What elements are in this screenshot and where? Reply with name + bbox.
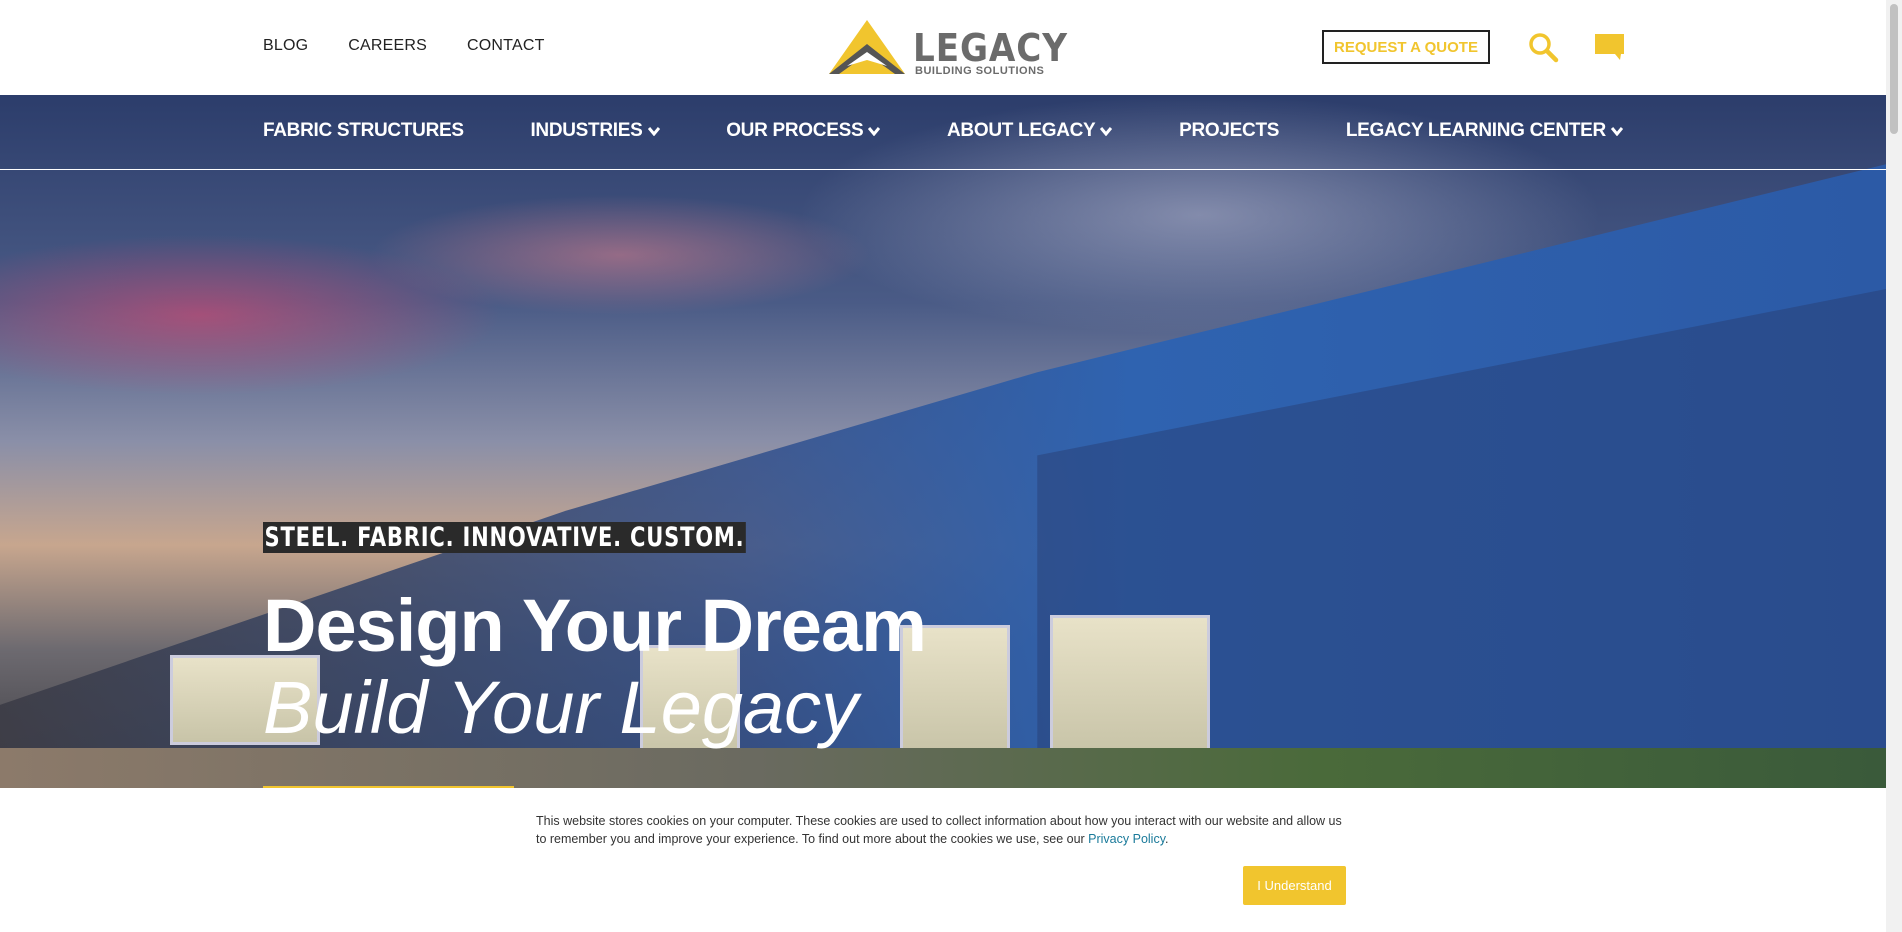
nav-projects[interactable]: PROJECTS bbox=[1179, 120, 1279, 142]
cookie-text: This website stores cookies on your comp… bbox=[536, 814, 1342, 846]
main-nav: FABRIC STRUCTURES INDUSTRIES OUR PROCESS… bbox=[263, 120, 1623, 142]
hero-title: Design Your Dream bbox=[263, 584, 927, 667]
nav-about-legacy[interactable]: ABOUT LEGACY bbox=[947, 120, 1113, 142]
chat-icon[interactable] bbox=[1595, 34, 1625, 62]
hero-banner: FABRIC STRUCTURES INDUSTRIES OUR PROCESS… bbox=[0, 95, 1886, 788]
nav-fabric-structures[interactable]: FABRIC STRUCTURES bbox=[263, 120, 464, 142]
accept-cookies-button[interactable]: I Understand bbox=[1243, 866, 1346, 905]
logo[interactable]: LEGACY BUILDING SOLUTIONS bbox=[825, 18, 1067, 78]
chevron-down-icon bbox=[647, 126, 660, 136]
cookie-banner: This website stores cookies on your comp… bbox=[0, 788, 1886, 932]
top-links: BLOG CAREERS CONTACT bbox=[263, 37, 545, 55]
hero-subtitle: Build Your Legacy bbox=[263, 666, 859, 749]
careers-link[interactable]: CAREERS bbox=[348, 37, 427, 55]
scrollbar-thumb[interactable] bbox=[1890, 4, 1898, 134]
blog-link[interactable]: BLOG bbox=[263, 37, 308, 55]
chevron-down-icon bbox=[1610, 126, 1623, 136]
privacy-policy-link[interactable]: Privacy Policy bbox=[1088, 832, 1165, 846]
hero-tagline: STEEL. FABRIC. INNOVATIVE. CUSTOM. bbox=[263, 522, 746, 553]
search-icon[interactable] bbox=[1528, 32, 1560, 64]
nav-learning-center[interactable]: LEGACY LEARNING CENTER bbox=[1346, 120, 1623, 142]
request-quote-button[interactable]: REQUEST A QUOTE bbox=[1322, 30, 1490, 64]
chevron-down-icon bbox=[1100, 126, 1113, 136]
chevron-down-icon bbox=[868, 126, 881, 136]
logo-mark-icon bbox=[829, 20, 905, 74]
nav-our-process[interactable]: OUR PROCESS bbox=[726, 120, 881, 142]
nav-divider bbox=[0, 169, 1886, 170]
nav-industries[interactable]: INDUSTRIES bbox=[530, 120, 660, 142]
site-header: BLOG CAREERS CONTACT LEGACY BUILDING SOL… bbox=[0, 0, 1886, 95]
contact-link[interactable]: CONTACT bbox=[467, 37, 545, 55]
scrollbar[interactable] bbox=[1886, 0, 1902, 932]
